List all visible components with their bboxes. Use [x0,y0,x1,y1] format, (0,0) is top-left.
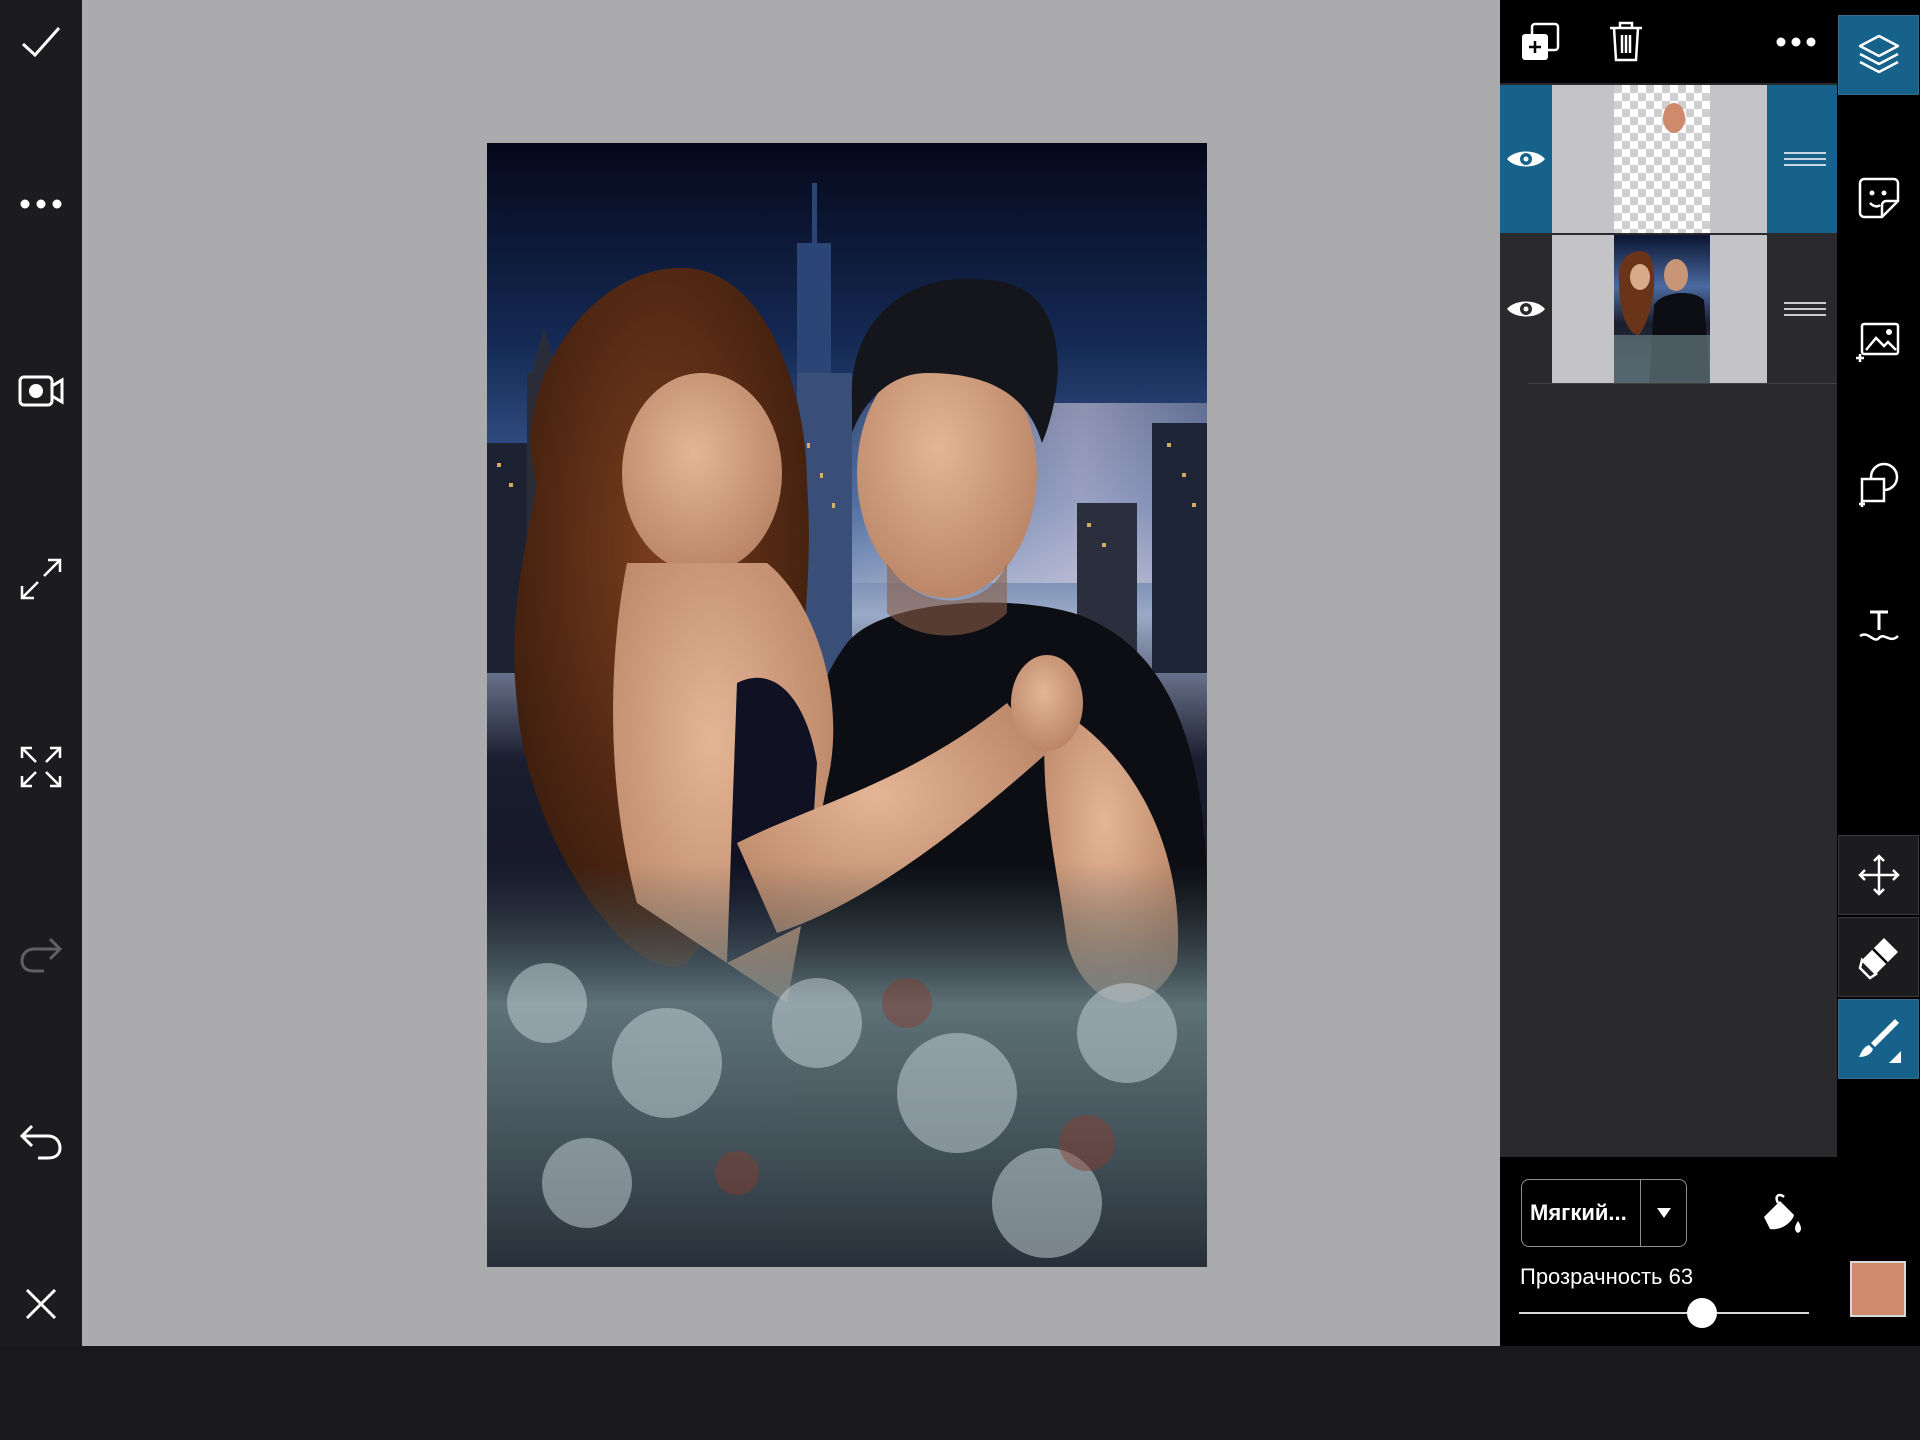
add-shape-tool-button[interactable] [1838,444,1919,524]
color-swatch[interactable] [1850,1261,1906,1317]
delete-layer-icon [1610,21,1642,62]
eye-icon [1507,301,1545,317]
layer-thumbnail [1614,235,1710,383]
drag-handle-icon [1784,152,1826,166]
layers-more-button[interactable] [1768,14,1824,70]
eye-icon [1507,151,1545,167]
close-button[interactable] [11,1274,71,1334]
record-video-icon [18,375,64,407]
eraser-tool-button[interactable] [1838,917,1919,997]
fit-screen-button[interactable] [11,737,71,797]
more-options-button[interactable] [11,174,71,234]
text-icon [1858,610,1899,641]
duplicate-layer-icon [1522,22,1560,60]
layer-drag-handle[interactable] [1780,235,1830,383]
delete-layer-button[interactable] [1598,14,1654,70]
layers-panel: Мягкий... Прозрачность 63 [1500,0,1837,1346]
opacity-slider-thumb[interactable] [1686,1298,1717,1328]
sticker-icon [1858,177,1899,219]
redo-icon [20,937,63,973]
layers-icon [1858,34,1899,74]
add-shape-icon [1858,462,1898,507]
expand-icon [20,558,62,600]
fill-button[interactable] [1756,1191,1806,1241]
layers-header [1500,0,1837,83]
paint-bucket-icon [1764,1193,1801,1233]
right-toolbar [1837,0,1920,1346]
more-icon [1776,37,1816,47]
layer-row-photo[interactable] [1500,235,1837,383]
sticker-tool-button[interactable] [1838,158,1919,238]
redo-button[interactable] [11,924,71,984]
text-tool-button[interactable] [1838,587,1919,667]
layer-thumbnail-frame [1552,85,1767,233]
brush-type-label: Мягкий... [1530,1200,1627,1225]
duplicate-layer-button[interactable] [1512,14,1568,70]
layer-thumbnail [1614,85,1710,233]
layer-drag-handle[interactable] [1780,85,1830,233]
more-icon [20,199,62,209]
apply-button[interactable] [11,12,71,72]
layer-row-paint[interactable] [1500,85,1837,233]
artwork-image[interactable] [487,143,1207,1267]
caret-down-icon [1656,1208,1671,1218]
left-toolbar [0,0,82,1346]
dropdown-arrow-button[interactable] [1641,1208,1686,1218]
opacity-slider-track[interactable] [1519,1312,1809,1314]
expand-button[interactable] [11,549,71,609]
brush-type-dropdown[interactable]: Мягкий... [1521,1179,1687,1247]
add-image-icon [1855,322,1899,362]
bottom-bar [0,1346,1920,1440]
opacity-label: Прозрачность 63 [1520,1264,1694,1289]
layers-tool-button[interactable] [1838,15,1919,95]
brush-icon [1858,1019,1901,1063]
layer-visibility-toggle[interactable] [1500,85,1552,233]
close-icon [25,1288,57,1320]
add-image-tool-button[interactable] [1838,301,1919,381]
brush-controls: Мягкий... Прозрачность 63 [1500,1157,1837,1346]
move-icon [1857,854,1900,896]
drag-handle-icon [1784,302,1826,316]
undo-icon [19,1124,62,1160]
layers-divider [1528,383,1837,384]
layer-thumbnail-frame [1552,235,1767,383]
eraser-icon [1858,938,1898,980]
checkmark-icon [21,27,61,58]
brush-tool-button[interactable] [1838,999,1919,1079]
canvas-area[interactable] [82,0,1500,1346]
undo-button[interactable] [11,1111,71,1171]
move-tool-button[interactable] [1838,835,1919,915]
layer-visibility-toggle[interactable] [1500,235,1552,383]
record-video-button[interactable] [11,361,71,421]
fit-screen-icon [20,746,62,788]
